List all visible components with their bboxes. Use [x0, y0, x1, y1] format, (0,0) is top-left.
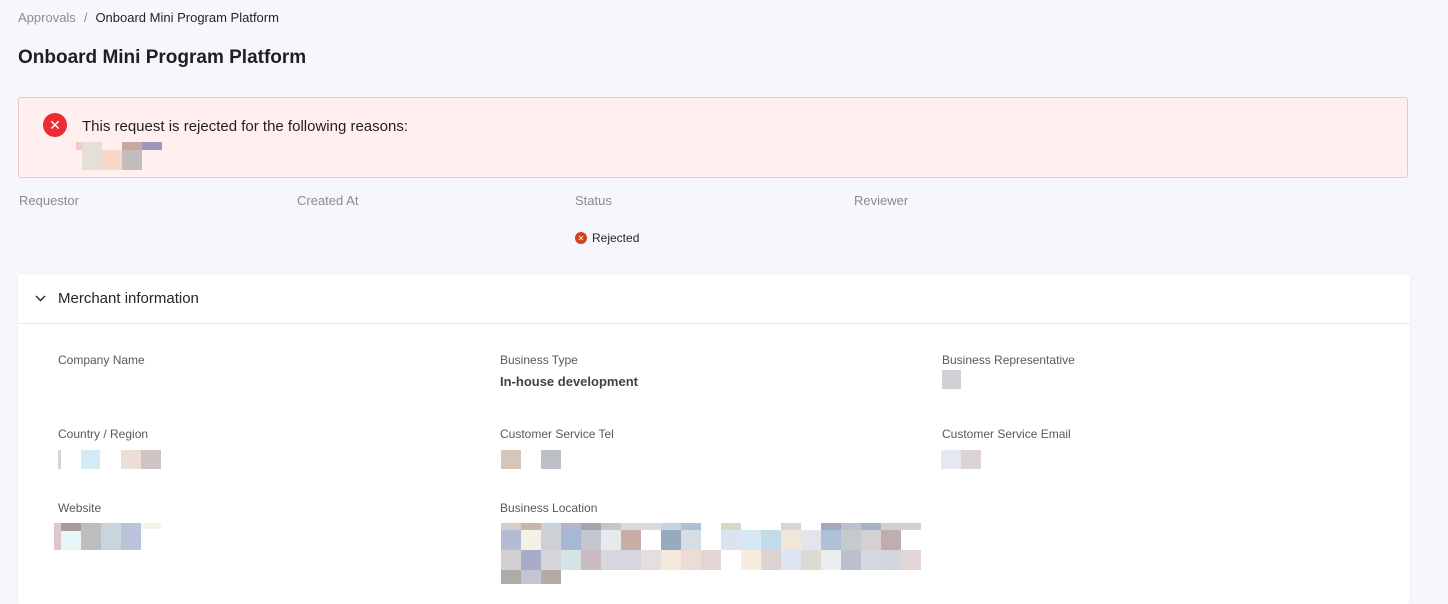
chevron-down-icon[interactable]: [34, 293, 46, 305]
breadcrumb-link-approvals[interactable]: Approvals: [18, 10, 76, 25]
status-value: Rejected: [592, 231, 640, 245]
website-label: Website: [58, 501, 102, 515]
section-title: Merchant information: [58, 290, 199, 307]
company-name-label: Company Name: [58, 353, 145, 367]
redacted-business-rep: [942, 370, 961, 389]
status-badge: ✕ Rejected: [575, 231, 639, 245]
reviewer-label: Reviewer: [854, 193, 909, 208]
business-type-value: In-house development: [500, 374, 638, 389]
breadcrumb: Approvals / Onboard Mini Program Platfor…: [18, 10, 279, 25]
breadcrumb-separator: /: [83, 10, 88, 25]
status-label: Status: [575, 193, 612, 208]
rejected-status-icon: ✕: [575, 232, 587, 244]
business-type-label: Business Type: [500, 353, 578, 367]
breadcrumb-current: Onboard Mini Program Platform: [95, 10, 279, 25]
page-title: Onboard Mini Program Platform: [18, 47, 307, 68]
cs-tel-label: Customer Service Tel: [500, 427, 614, 441]
country-region-label: Country / Region: [58, 427, 149, 441]
created-at-label: Created At: [297, 193, 359, 208]
business-rep-label: Business Representative: [942, 353, 1075, 367]
business-location-label: Business Location: [500, 501, 598, 515]
merchant-info-card: Merchant information Company Name Busine…: [18, 274, 1410, 604]
rejection-alert: ✕ This request is rejected for the follo…: [18, 97, 1408, 178]
close-circle-icon: ✕: [43, 113, 67, 137]
requestor-label: Requestor: [19, 193, 79, 208]
alert-message: This request is rejected for the followi…: [82, 118, 408, 135]
merchant-info-header[interactable]: Merchant information: [18, 274, 1410, 324]
cs-email-label: Customer Service Email: [942, 427, 1071, 441]
